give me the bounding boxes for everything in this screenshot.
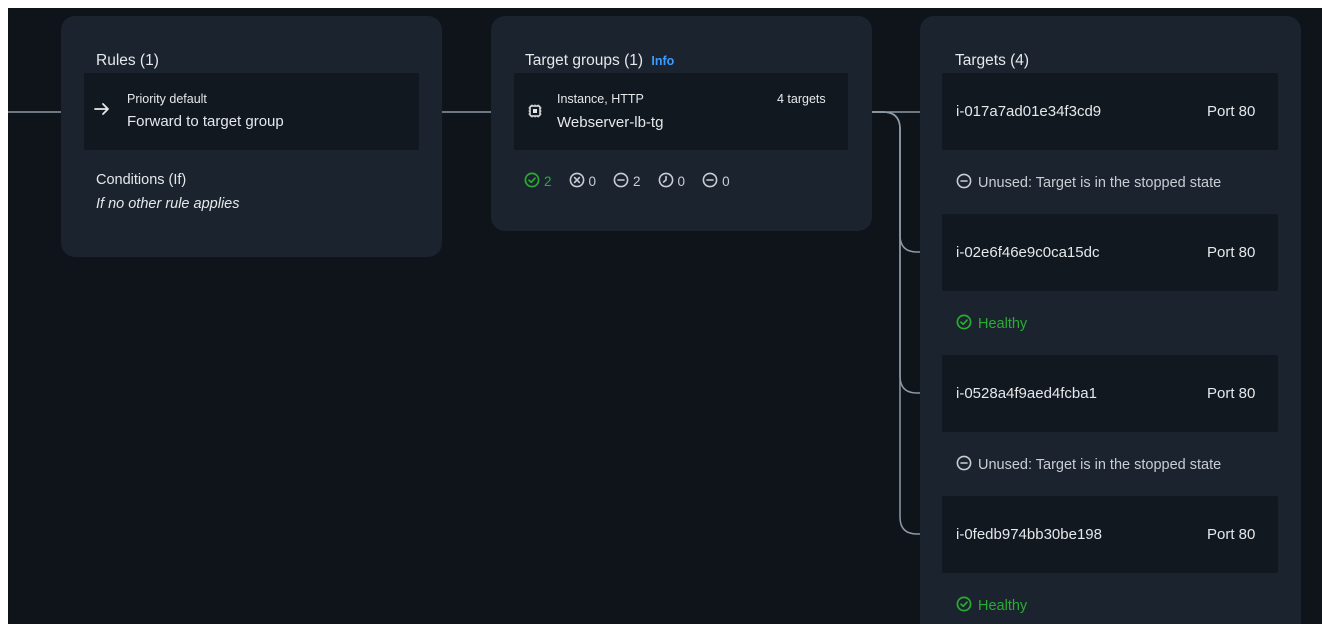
minus-circle-icon (956, 173, 972, 193)
rules-panel-title: Rules (1) (96, 52, 159, 69)
info-link[interactable]: Info (651, 54, 674, 68)
target-card-1[interactable]: i-017a7ad01e34f3cd9 Port 80 (942, 73, 1278, 150)
target-status-1: Unused: Target is in the stopped state (956, 173, 1221, 193)
conditions-title: Conditions (If) (96, 172, 187, 188)
check-circle-icon (956, 596, 972, 616)
resource-map-canvas: Rules (1) Priority default Forward to ta… (8, 8, 1322, 624)
targets-panel: Targets (4) i-017a7ad01e34f3cd9 Port 80 … (920, 16, 1301, 624)
target-card-2[interactable]: i-02e6f46e9c0ca15dc Port 80 (942, 214, 1278, 291)
unhealthy-count-value: 0 (588, 174, 597, 189)
x-circle-icon (569, 172, 585, 191)
minus-circle-icon (956, 455, 972, 475)
target-id: i-0528a4f9aed4fcba1 (956, 385, 1097, 402)
target-group-card[interactable]: Instance, HTTP Webserver-lb-tg 4 targets (514, 73, 848, 150)
rules-panel: Rules (1) Priority default Forward to ta… (61, 16, 442, 257)
target-status-4: Healthy (956, 596, 1027, 616)
rule-action: Forward to target group (127, 113, 284, 130)
chip-icon (528, 104, 542, 123)
target-groups-panel-title: Target groups (1) Info (525, 52, 674, 70)
unused-count-value: 2 (633, 174, 641, 189)
minus-circle-icon (613, 172, 629, 191)
target-id: i-02e6f46e9c0ca15dc (956, 244, 1100, 261)
unhealthy-count: 0 (569, 172, 597, 191)
target-groups-panel: Target groups (1) Info Instance, HTTP We… (491, 16, 872, 231)
rule-card[interactable]: Priority default Forward to target group (84, 73, 419, 150)
minus-circle-icon (702, 172, 718, 191)
targets-panel-title: Targets (4) (955, 52, 1030, 69)
target-status-text: Healthy (978, 316, 1028, 332)
healthy-count: 2 (524, 172, 552, 191)
target-status-text: Unused: Target is in the stopped state (978, 175, 1222, 191)
check-circle-icon (524, 172, 540, 191)
target-groups-title-text: Target groups (1) (525, 52, 644, 69)
arrow-right-icon (94, 102, 110, 121)
target-card-4[interactable]: i-0fedb974bb30be198 Port 80 (942, 496, 1278, 573)
check-circle-icon (956, 314, 972, 334)
target-port: Port 80 (1207, 385, 1256, 402)
target-group-type: Instance, HTTP (557, 92, 644, 106)
conditions-value: If no other rule applies (96, 196, 240, 212)
target-id: i-017a7ad01e34f3cd9 (956, 103, 1102, 120)
target-group-name: Webserver-lb-tg (557, 114, 664, 131)
target-port: Port 80 (1207, 103, 1256, 120)
initial-count: 0 (658, 172, 686, 191)
initial-count-value: 0 (677, 174, 686, 189)
rule-priority: Priority default (127, 92, 207, 106)
target-group-target-count: 4 targets (777, 92, 826, 106)
target-card-3[interactable]: i-0528a4f9aed4fcba1 Port 80 (942, 355, 1278, 432)
target-status-text: Unused: Target is in the stopped state (978, 457, 1222, 473)
target-id: i-0fedb974bb30be198 (956, 526, 1102, 543)
clock-icon (658, 172, 674, 191)
draining-count: 0 (702, 172, 730, 191)
healthy-count-value: 2 (544, 174, 552, 189)
draining-count-value: 0 (722, 174, 730, 189)
target-port: Port 80 (1207, 244, 1256, 261)
unused-count: 2 (613, 172, 641, 191)
health-counts: 2 0 2 0 0 (524, 172, 747, 191)
target-status-text: Healthy (978, 598, 1028, 614)
target-status-3: Unused: Target is in the stopped state (956, 455, 1221, 475)
target-status-2: Healthy (956, 314, 1027, 334)
target-port: Port 80 (1207, 526, 1256, 543)
